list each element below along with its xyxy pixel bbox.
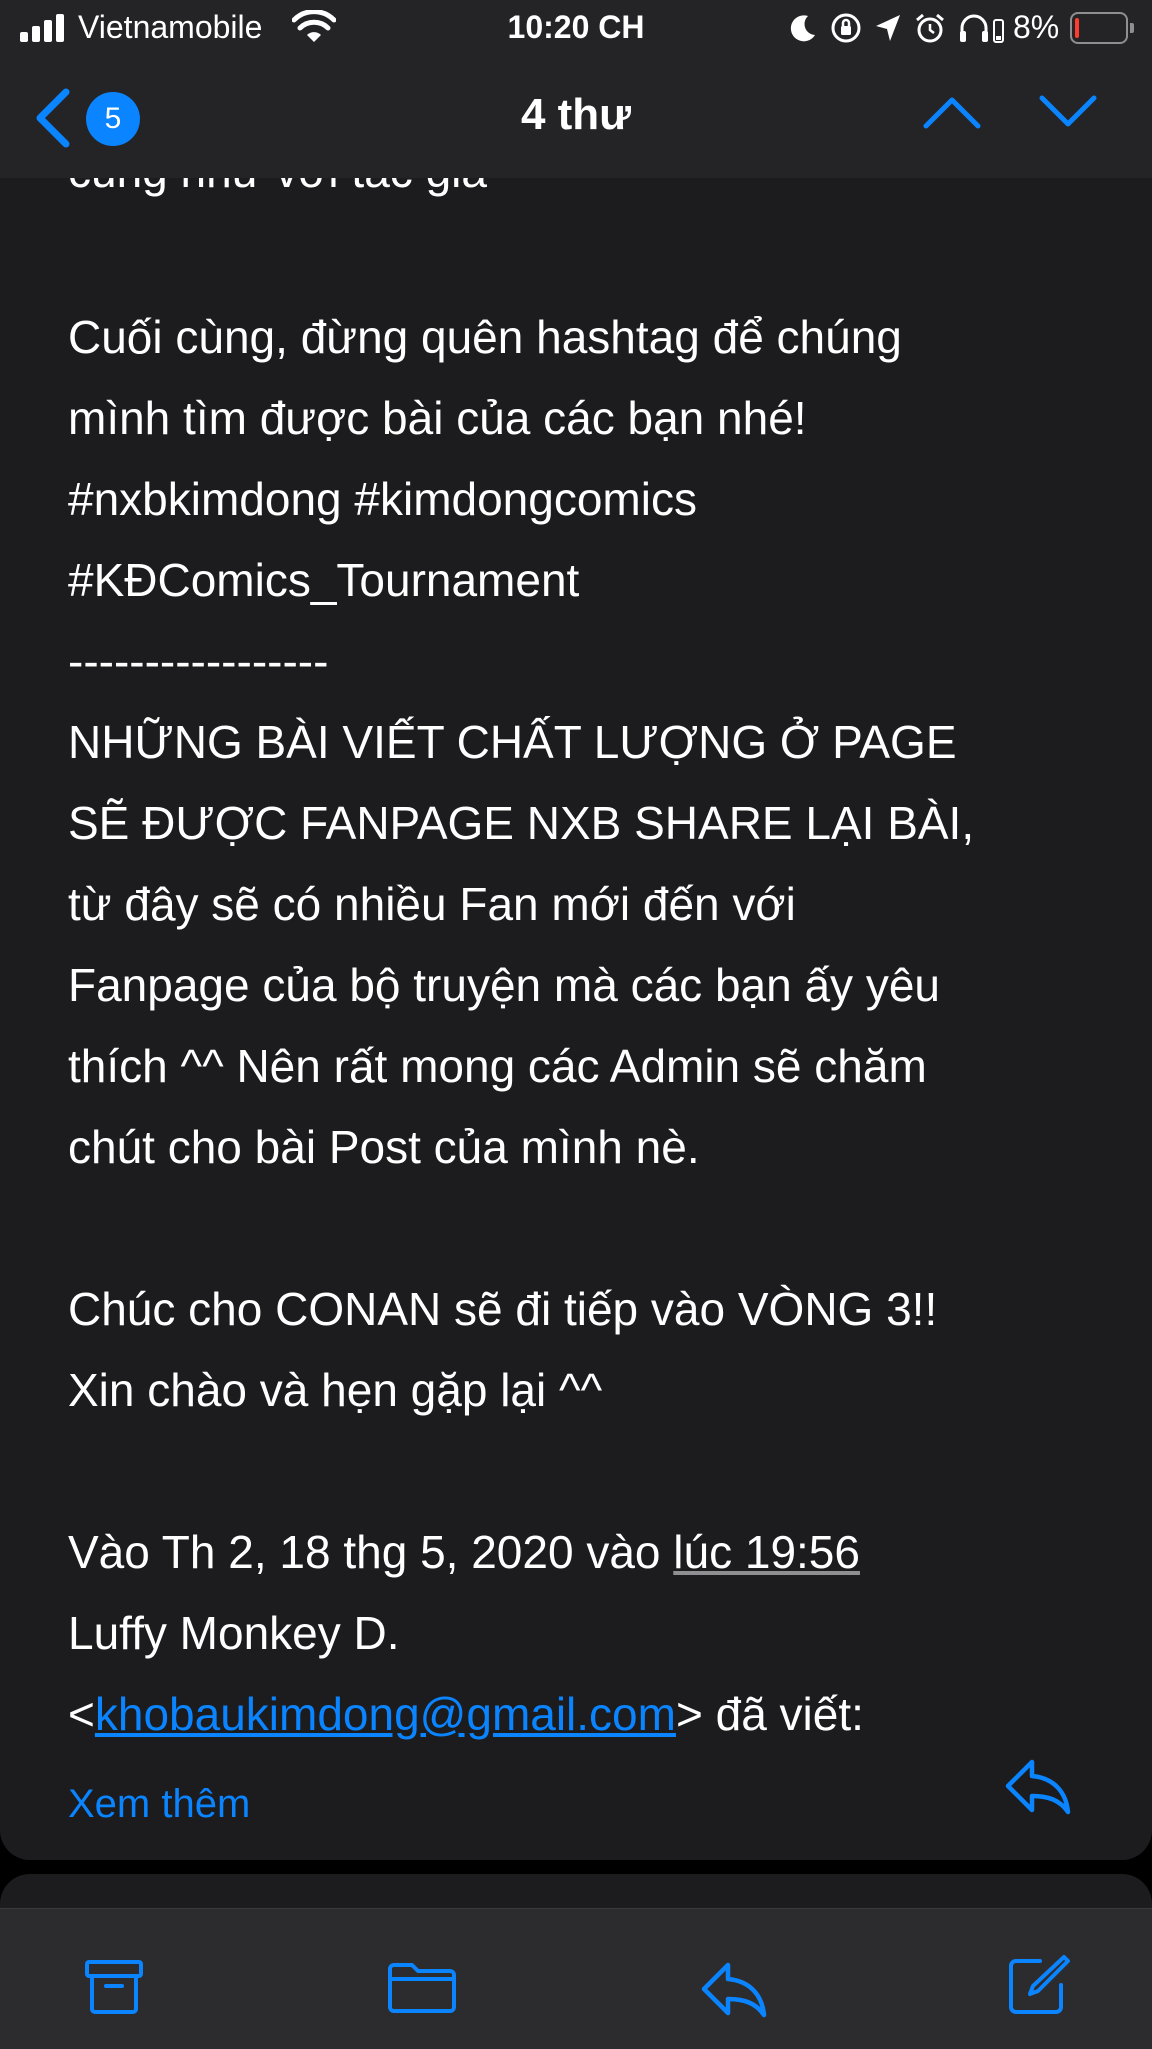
hashtag-line: #nxbkimdong #kimdongcomics xyxy=(68,473,697,525)
see-more-link[interactable]: Xem thêm xyxy=(68,1782,250,1827)
reply-icon[interactable] xyxy=(700,1961,768,2019)
battery-percent: 8% xyxy=(1013,9,1060,45)
orientation-lock-icon xyxy=(831,13,861,43)
reply-icon[interactable] xyxy=(1004,1758,1072,1816)
bottom-toolbar xyxy=(0,1908,1152,2049)
body-line: mình tìm được bài của các bạn nhé! xyxy=(68,392,807,444)
body-line: Chúc cho CONAN sẽ đi tiếp vào VÒNG 3!! xyxy=(68,1283,938,1335)
quote-open-bracket: < xyxy=(68,1688,95,1740)
battery-icon xyxy=(1070,12,1134,44)
body-line: thích ^^ Nên rất mong các Admin sẽ chăm xyxy=(68,1040,927,1092)
previous-message-button[interactable] xyxy=(922,94,982,130)
email-body: Cuối cùng, đừng quên hashtag để chúng mì… xyxy=(68,297,1118,1755)
email-body-cut-line: cũng như với tác giả xyxy=(68,178,487,198)
archive-icon[interactable] xyxy=(84,1959,144,2015)
hashtag-line: #KĐComics_Tournament xyxy=(68,554,580,606)
next-message-button[interactable] xyxy=(1038,94,1098,130)
body-line: từ đây sẽ có nhiều Fan mới đến với xyxy=(68,878,796,930)
location-icon xyxy=(876,15,900,41)
sender-email-link[interactable]: khobaukimdong@gmail.com xyxy=(95,1688,676,1740)
nav-bar: 5 4 thư xyxy=(0,58,1152,179)
moon-icon xyxy=(790,15,815,42)
body-line: Fanpage của bộ truyện mà các bạn ấy yêu xyxy=(68,959,941,1011)
body-line: NHỮNG BÀI VIẾT CHẤT LƯỢNG Ở PAGE xyxy=(68,716,957,768)
body-line: SẼ ĐƯỢC FANPAGE NXB SHARE LẠI BÀI, xyxy=(68,797,975,849)
alarm-icon xyxy=(916,13,944,43)
status-bar: Vietnamobile 10:20 CH 8% xyxy=(0,0,1152,58)
compose-icon[interactable] xyxy=(1006,1953,1072,2017)
divider-line: ----------------- xyxy=(68,635,329,687)
quote-wrote-text: > đã viết: xyxy=(675,1688,864,1740)
quote-date-prefix: Vào Th 2, 18 thg 5, 2020 vào xyxy=(68,1526,674,1578)
body-line: Cuối cùng, đừng quên hashtag để chúng xyxy=(68,311,902,363)
email-message-card: cũng như với tác giả Cuối cùng, đừng quê… xyxy=(0,178,1152,1860)
headphones-icon xyxy=(960,14,1004,43)
folder-icon[interactable] xyxy=(386,1961,458,2015)
body-line: chút cho bài Post của mình nè. xyxy=(68,1121,700,1173)
body-line: Xin chào và hẹn gặp lại ^^ xyxy=(68,1364,603,1416)
status-icons xyxy=(788,10,1006,46)
quote-time-link[interactable]: lúc 19:56 xyxy=(673,1526,860,1578)
quote-sender-name: Luffy Monkey D. xyxy=(68,1607,400,1659)
